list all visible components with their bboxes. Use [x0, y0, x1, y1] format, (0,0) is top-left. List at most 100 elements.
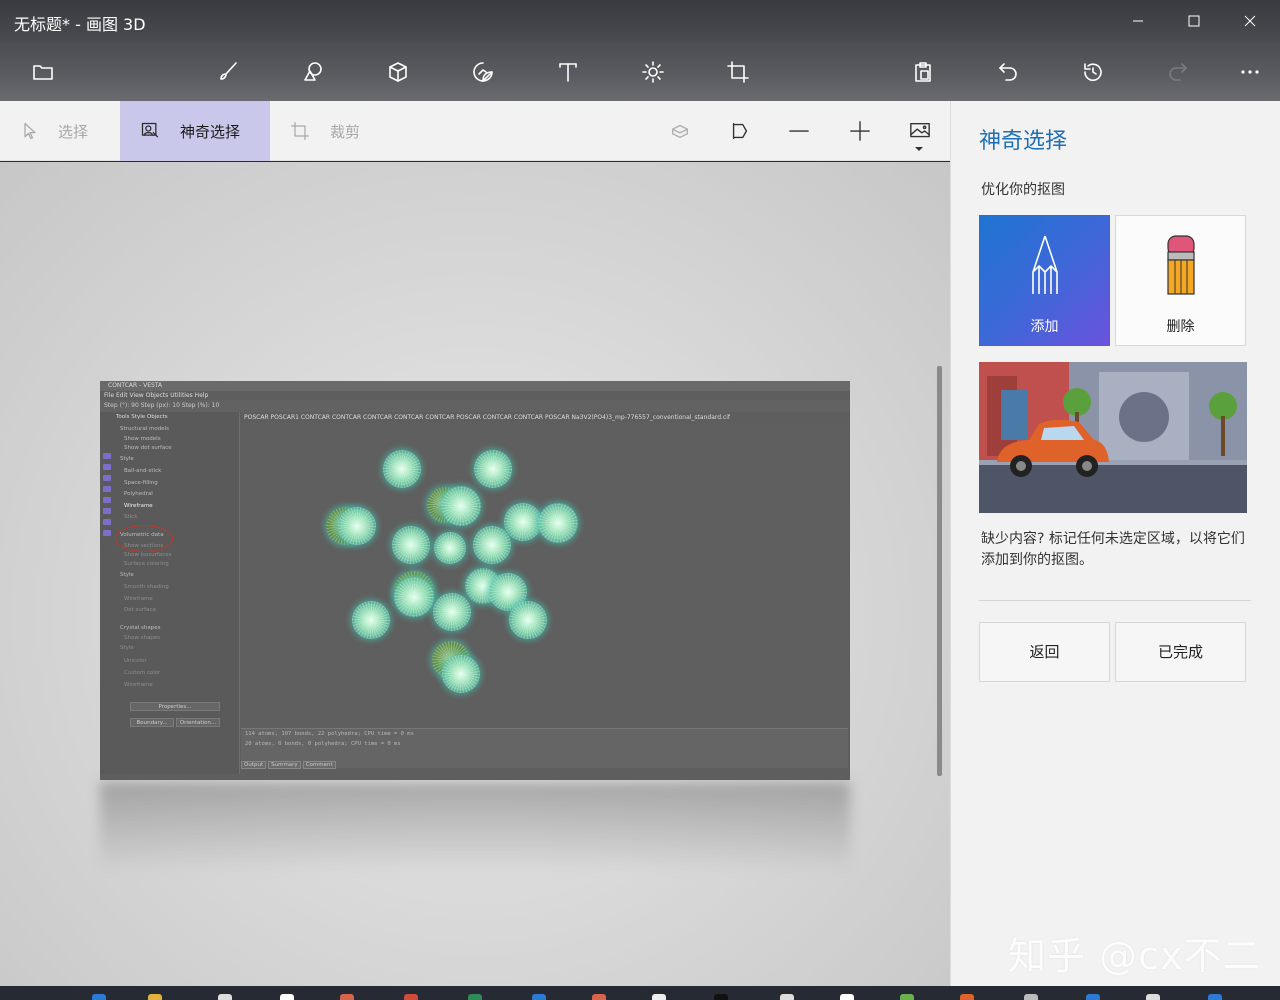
panel-title: 神奇选择 [979, 129, 1068, 154]
chevron-down-icon [915, 147, 923, 151]
atom-sphere [473, 526, 511, 564]
atom-sphere [441, 486, 481, 526]
title-bar: 无标题* - 画图 3D [0, 0, 1280, 42]
taskbar-app-icon[interactable] [960, 994, 974, 1000]
main-toolbar [0, 42, 1280, 101]
taskbar-app-icon[interactable] [532, 994, 546, 1000]
vesta-screenshot[interactable]: CONTCAR - VESTA File Edit View Objects U… [100, 381, 850, 780]
taskbar-app-icon[interactable] [714, 994, 728, 1000]
taskbar-app-icon[interactable] [652, 994, 666, 1000]
add-button[interactable]: 添加 [979, 215, 1110, 346]
view-options-button[interactable] [902, 113, 938, 149]
remove-button[interactable]: 删除 [1115, 215, 1246, 346]
text-icon [559, 63, 577, 82]
taskbar-app-icon[interactable] [404, 994, 418, 1000]
stickers-tool[interactable] [461, 52, 505, 92]
2d-shapes-tool[interactable] [291, 52, 335, 92]
output-tab[interactable]: Output [241, 761, 267, 769]
vesta-viewport [241, 423, 848, 727]
vesta-tool-icons [102, 448, 114, 558]
history-button[interactable] [1071, 52, 1115, 92]
minimize-button[interactable] [1110, 0, 1166, 42]
brushes-tool[interactable] [206, 52, 250, 92]
effects-tool[interactable] [631, 52, 675, 92]
vesta-output-tabs: Output Summary Comment [241, 761, 336, 769]
plus-icon [850, 121, 870, 141]
vesta-row: Unicolor [124, 658, 147, 664]
output-line: 114 atoms, 107 bonds, 22 polyhedra; CPU … [245, 731, 414, 737]
vesta-left-tabs: Tools Style Objects [116, 414, 168, 420]
flag-button[interactable] [722, 113, 758, 149]
taskbar-app-icon[interactable] [1208, 994, 1222, 1000]
taskbar-app-icon[interactable] [218, 994, 232, 1000]
image-icon [910, 122, 930, 138]
taskbar-app-icon[interactable] [780, 994, 794, 1000]
select-tool[interactable]: 选择 [0, 101, 120, 161]
taskbar-app-icon[interactable] [468, 994, 482, 1000]
vesta-boundary-button[interactable]: Boundary... [130, 718, 174, 727]
taskbar-app-icon[interactable] [840, 994, 854, 1000]
menu-folder-icon [33, 65, 53, 80]
vesta-orientation-button[interactable]: Orientation... [176, 718, 220, 727]
maximize-icon [1188, 15, 1200, 27]
make-3d-button[interactable] [662, 113, 698, 149]
done-button[interactable]: 已完成 [1115, 622, 1246, 682]
history-icon [1084, 63, 1102, 82]
taskbar-app-icon[interactable] [280, 994, 294, 1000]
tutorial-illustration [979, 362, 1247, 513]
vesta-row: Style [120, 572, 134, 578]
red-annotation-circle [115, 525, 173, 552]
atom-sphere [504, 503, 542, 541]
taskbar-app-icon[interactable] [1146, 994, 1160, 1000]
vesta-row: Polyhedral [124, 491, 153, 497]
vesta-row: Ball-and-stick [124, 468, 162, 474]
taskbar-app-icon[interactable] [340, 994, 354, 1000]
vesta-properties-button[interactable]: Properties... [130, 702, 220, 711]
back-button[interactable]: 返回 [979, 622, 1110, 682]
taskbar-app-icon[interactable] [1086, 994, 1100, 1000]
text-tool[interactable] [546, 52, 590, 92]
vesta-row: Wireframe [124, 503, 153, 509]
output-tab[interactable]: Comment [302, 761, 336, 769]
paste-button[interactable] [901, 52, 945, 92]
redo-icon [1169, 63, 1187, 81]
taskbar-app-icon[interactable] [148, 994, 162, 1000]
magic-select-tool[interactable]: 神奇选择 [120, 101, 270, 161]
maximize-button[interactable] [1166, 0, 1222, 42]
zoom-in-button[interactable] [842, 113, 878, 149]
more-button[interactable] [1228, 52, 1272, 92]
3d-shapes-tool[interactable] [376, 52, 420, 92]
atom-sphere [474, 450, 512, 488]
stickers-icon [473, 62, 493, 82]
vesta-row: Structural models [120, 426, 169, 432]
atom-sphere [392, 526, 430, 564]
vesta-left-panel: Tools Style Objects Structural models Sh… [100, 412, 240, 774]
taskbar-app-icon[interactable] [592, 994, 606, 1000]
canvas-area[interactable]: CONTCAR - VESTA File Edit View Objects U… [0, 162, 950, 986]
vesta-menu: File Edit View Objects Utilities Help [104, 392, 209, 399]
canvas-icon [727, 61, 749, 83]
close-icon [1244, 15, 1256, 27]
vesta-row: Show shapes [124, 635, 161, 641]
eraser-icon [1167, 235, 1195, 295]
undo-button[interactable] [986, 52, 1030, 92]
minimize-icon [1133, 20, 1143, 22]
menu-button[interactable] [21, 52, 65, 92]
window-title: 无标题* - 画图 3D [14, 15, 146, 34]
zoom-out-button[interactable] [781, 113, 817, 149]
taskbar-app-icon[interactable] [900, 994, 914, 1000]
vesta-file-tabs: POSCAR POSCAR1 CONTCAR CONTCAR CONTCAR C… [244, 414, 731, 421]
canvas-scrollbar[interactable] [937, 366, 942, 776]
taskbar-app-icon[interactable] [1024, 994, 1038, 1000]
output-tab[interactable]: Summary [268, 761, 301, 769]
atom-sphere [394, 577, 434, 617]
output-line: 20 atoms, 0 bonds, 0 polyhedra; CPU time… [245, 741, 401, 747]
crop-tool[interactable]: 裁剪 [270, 101, 390, 161]
car-illustration-icon [979, 362, 1247, 513]
taskbar [0, 986, 1280, 1000]
canvas-tool[interactable] [716, 52, 760, 92]
more-icon [1241, 70, 1259, 74]
close-button[interactable] [1222, 0, 1278, 42]
taskbar-app-icon[interactable] [92, 994, 106, 1000]
redo-button[interactable] [1156, 52, 1200, 92]
